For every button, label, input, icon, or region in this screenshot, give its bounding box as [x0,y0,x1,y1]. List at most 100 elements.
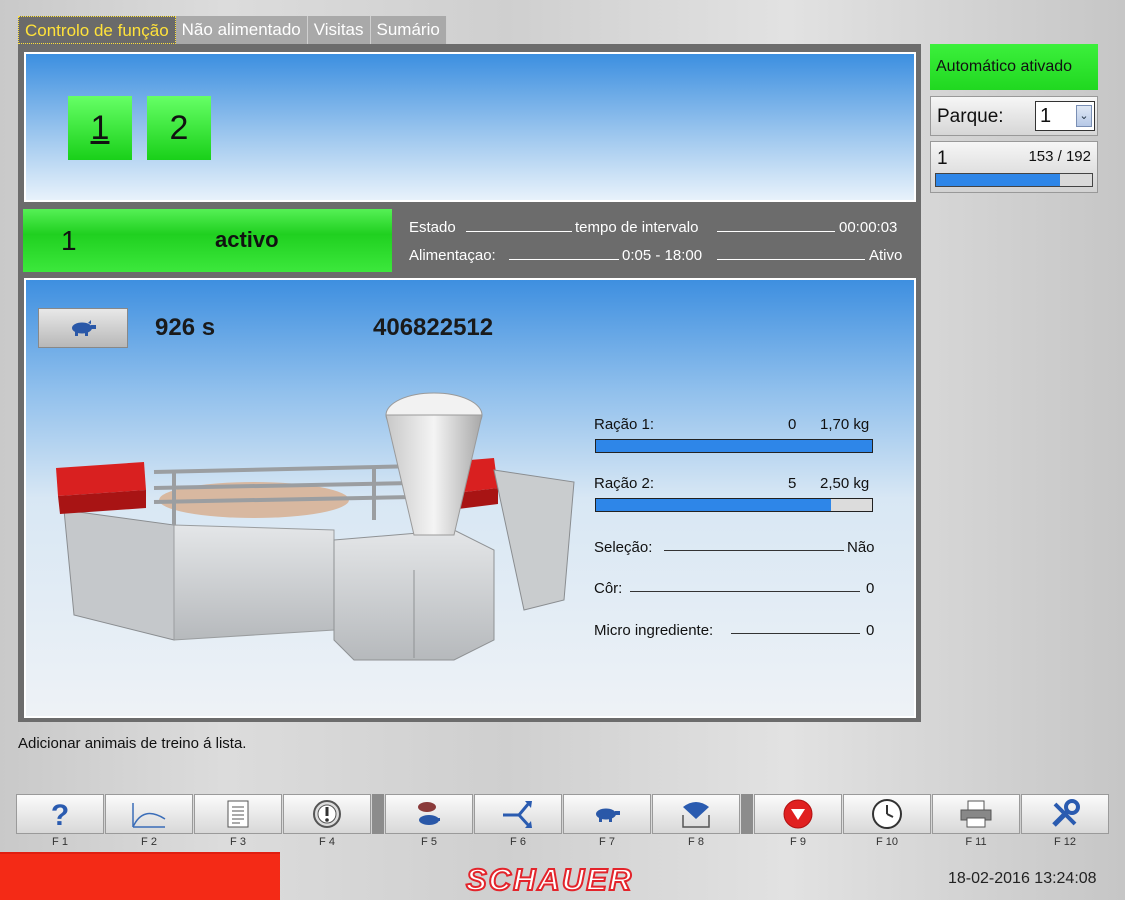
f1-label: F 1 [52,836,68,848]
leader-line [466,222,572,232]
f6-label: F 6 [510,836,526,848]
ration-1-count: 0 [788,416,797,433]
micro-ingredient-value: 0 [866,622,875,639]
svg-text:?: ? [51,799,69,829]
feeder-icon [682,802,710,828]
f4-label: F 4 [319,836,335,848]
f6-button[interactable] [474,794,562,834]
leader-line [717,222,835,232]
leader-line [509,250,619,260]
ration-2-amount: 2,50 kg [820,475,870,492]
f11-label: F 11 [965,836,987,848]
chevron-down-icon[interactable]: ⌄ [1076,105,1092,127]
tools-icon [1052,799,1080,827]
park-progress-count: 153 / 192 [1028,148,1091,165]
interval-label: tempo de intervalo [575,219,699,236]
ration-1-amount: 1,70 kg [820,416,870,433]
color-value: 0 [866,580,875,597]
f9-label: F 9 [790,836,806,848]
ration-2-count: 5 [788,475,797,492]
park-select-value: 1 [1040,105,1052,127]
park-progress-fill [936,174,1061,186]
feeder-station-image [56,392,575,661]
tab-function-control[interactable]: Controlo de função [18,16,176,44]
f8-button[interactable] [652,794,740,834]
warning-icon [313,800,341,828]
ration-1-progress [595,439,873,453]
feeding-status: Ativo [869,247,903,264]
micro-ingredient-label: Micro ingrediente: [594,622,714,639]
ration-1-progress-fill [596,440,872,452]
animal-button[interactable] [38,308,128,348]
animal-id: 406822512 [373,314,494,341]
visit-time: 926 s [155,314,216,341]
document-icon [227,800,249,828]
pen-button-2[interactable]: 2 [147,96,211,160]
f2-button[interactable] [105,794,193,834]
f2-label: F 2 [141,836,157,848]
tab-not-fed[interactable]: Não alimentado [175,16,308,44]
clock-icon [872,799,902,829]
pig-icon [596,808,620,822]
station-status: 1 activo [23,209,392,272]
f7-label: F 7 [599,836,615,848]
f3-label: F 3 [230,836,246,848]
ration-2-label: Ração 2: [594,475,655,492]
station-number: 1 [61,225,77,256]
f11-button[interactable] [932,794,1020,834]
pen-button-1-label: 1 [90,108,110,147]
pig-icon [72,320,96,336]
printer-icon [960,800,992,828]
feeder-panel: 926 s 406822512 Ração 1: 0 1,70 kg Ração… [24,278,916,718]
ration-1-label: Ração 1: [594,416,655,433]
leader-line [731,625,860,634]
f5-label: F 5 [421,836,437,848]
f7-button[interactable] [563,794,651,834]
brand-name: SCHAUER [465,861,634,898]
park-progress-number: 1 [937,148,948,169]
feeding-label: Alimentaçao: [409,247,496,264]
function-key-bar: ? [16,794,1109,834]
leader-line [630,583,860,592]
park-label: Parque: [937,106,1004,127]
state-label: Estado [409,219,456,236]
f1-button[interactable]: ? [16,794,104,834]
tab-bar: Controlo de função Não alimentado Visita… [18,16,447,44]
f5-button[interactable] [385,794,473,834]
station-state: activo [215,227,279,252]
selection-value: Não [847,539,875,556]
toolbar-separator [741,794,753,834]
feeding-time: 0:05 - 18:00 [622,247,703,264]
ration-2-progress-fill [596,499,831,511]
leader-line [717,250,865,260]
interval-value: 00:00:03 [839,219,898,236]
park-progress-panel: 1 153 / 192 [930,141,1098,193]
park-selector: Parque: 1 ⌄ [930,96,1098,136]
schauer-logo: SCHAUER [465,861,634,898]
status-message: Adicionar animais de treino á lista. [18,735,247,752]
pen-panel: 1 2 [24,52,916,202]
info-row-feeding: Alimentaçao: 0:05 - 18:00 Ativo [409,247,909,267]
branch-icon [503,801,532,828]
help-icon: ? [51,799,69,829]
f10-label: F 10 [875,836,898,848]
park-select[interactable]: 1 ⌄ [1035,101,1095,131]
f3-button[interactable] [194,794,282,834]
tab-visits[interactable]: Visitas [307,16,371,44]
automatic-mode-indicator[interactable]: Automático ativado [930,44,1098,90]
ration-2-progress [595,498,873,512]
f12-button[interactable] [1021,794,1109,834]
stop-icon [783,799,813,829]
leader-line [664,542,844,551]
alarm-bar [0,852,280,900]
f8-label: F 8 [688,836,704,848]
color-label: Côr: [594,580,623,597]
toolbar-separator [372,794,384,834]
f4-button[interactable] [283,794,371,834]
f9-button[interactable] [754,794,842,834]
tab-summary[interactable]: Sumário [370,16,447,44]
pen-button-1[interactable]: 1 [68,96,132,160]
selection-label: Seleção: [594,539,653,556]
info-row-state: Estado tempo de intervalo 00:00:03 [409,219,909,239]
f10-button[interactable] [843,794,931,834]
